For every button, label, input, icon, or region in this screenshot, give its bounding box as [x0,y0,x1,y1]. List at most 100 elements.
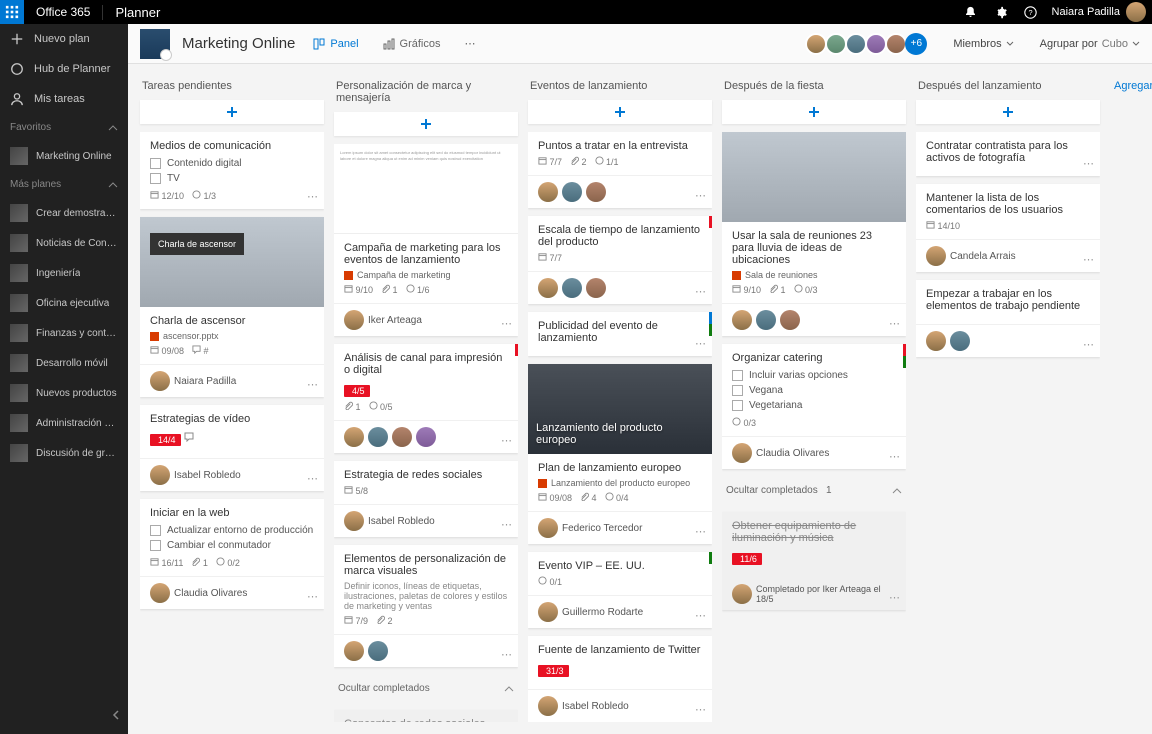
task-card[interactable]: Estrategia de redes sociales 5/8Isabel R… [334,461,518,537]
new-plan-button[interactable]: Nuevo plan [0,24,128,54]
checkbox-icon[interactable] [732,385,743,396]
settings-icon[interactable] [986,0,1016,24]
card-more-icon[interactable]: ⋯ [307,378,318,391]
task-card[interactable]: Charla de ascensorCharla de ascensorasce… [140,217,324,397]
card-more-icon[interactable]: ⋯ [501,648,512,661]
task-card[interactable]: Empezar a trabajar en los elementos de t… [916,280,1100,357]
task-card[interactable]: Puntos a tratar en la entrevista 7/7 2 1… [528,132,712,208]
card-more-icon[interactable]: ⋯ [695,609,706,622]
hide-completed-toggle[interactable]: Ocultar completados 1 [722,477,906,504]
plan-item[interactable]: Discusión de grupo [0,438,128,468]
plan-item[interactable]: Oficina ejecutiva [0,288,128,318]
task-card[interactable]: Organizar cateringIncluir varias opcione… [722,344,906,469]
bucket-title[interactable]: Personalización de marca y mensajería [334,76,518,112]
checklist-item[interactable]: Vegetariana [732,398,896,413]
checklist-item[interactable]: TV [150,171,314,186]
task-card[interactable]: Elementos de personalización de marca vi… [334,545,518,667]
plan-item[interactable]: Noticias de Contoso [0,228,128,258]
task-card[interactable]: Iniciar en la webActualizar entorno de p… [140,499,324,609]
plan-thumb-icon [10,444,28,462]
hide-completed-toggle[interactable]: Ocultar completados [334,675,518,702]
notifications-icon[interactable] [956,0,986,24]
bucket-title[interactable]: Tareas pendientes [140,76,324,100]
checkbox-icon[interactable] [150,540,161,551]
plan-item[interactable]: Desarrollo móvil [0,348,128,378]
favorite-plan[interactable]: Marketing Online [0,141,128,171]
task-card[interactable]: Conceptos de redes sociales20/12/2016Com… [334,710,518,722]
task-card[interactable]: Usar la sala de reuniones 23 para lluvia… [722,132,906,336]
bucket-title[interactable]: Después de la fiesta [722,76,906,100]
member-facepile[interactable]: +6 [809,33,927,55]
task-card[interactable]: Fuente de lanzamiento de Twitter31/3Isab… [528,636,712,722]
task-card[interactable]: Escala de tiempo de lanzamiento del prod… [528,216,712,304]
category-stripe [709,312,712,336]
card-more-icon[interactable]: ⋯ [695,189,706,202]
card-more-icon[interactable]: ⋯ [1083,338,1094,351]
card-more-icon[interactable]: ⋯ [501,434,512,447]
add-task-button[interactable] [916,100,1100,124]
checkbox-icon[interactable] [732,370,743,381]
card-more-icon[interactable]: ⋯ [695,285,706,298]
plan-item[interactable]: Administración de pro... [0,408,128,438]
checklist-item[interactable]: Incluir varias opciones [732,368,896,383]
card-more-icon[interactable]: ⋯ [889,317,900,330]
add-task-button[interactable] [140,100,324,124]
checkbox-icon[interactable] [150,525,161,536]
plan-item[interactable]: Crear demostración [0,198,128,228]
app-launcher[interactable] [0,0,24,24]
user-avatar[interactable] [1126,2,1146,22]
plan-item[interactable]: Finanzas y contabilidad [0,318,128,348]
more-tabs-icon[interactable]: ⋯ [459,33,482,54]
card-more-icon[interactable]: ⋯ [695,703,706,716]
help-icon[interactable]: ? [1016,0,1046,24]
my-tasks-button[interactable]: Mis tareas [0,84,128,114]
tab-charts[interactable]: Gráficos [377,34,447,54]
checklist-item[interactable]: Contenido digital [150,156,314,171]
task-card[interactable]: Obtener equipamiento de iluminación y mú… [722,512,906,610]
assignee-avatar [368,641,388,661]
collapse-sidebar-icon[interactable] [110,709,122,724]
card-title: Contratar contratista para los activos d… [926,140,1090,164]
more-plans-header[interactable]: Más planes [0,171,128,198]
task-card[interactable]: Evento VIP – EE. UU. 0/1Guillermo Rodart… [528,552,712,628]
card-more-icon[interactable]: ⋯ [1083,253,1094,266]
task-card[interactable]: Mantener la lista de los comentarios de … [916,184,1100,272]
add-task-button[interactable] [334,112,518,136]
card-more-icon[interactable]: ⋯ [307,472,318,485]
add-task-button[interactable] [722,100,906,124]
checkbox-icon[interactable] [150,173,161,184]
task-card[interactable]: Publicidad del evento de lanzamiento⋯ [528,312,712,356]
card-more-icon[interactable]: ⋯ [307,190,318,203]
planner-hub-button[interactable]: Hub de Planner [0,54,128,84]
bucket-title[interactable]: Eventos de lanzamiento [528,76,712,100]
task-card[interactable]: Estrategias de vídeo14/4 Isabel Robledo⋯ [140,405,324,491]
add-bucket-button[interactable]: Agregar nue [1110,76,1152,722]
card-more-icon[interactable]: ⋯ [1083,157,1094,170]
plan-item[interactable]: Nuevos productos [0,378,128,408]
checklist-item[interactable]: Cambiar el conmutador [150,538,314,553]
add-task-button[interactable] [528,100,712,124]
favorites-header[interactable]: Favoritos [0,114,128,141]
card-more-icon[interactable]: ⋯ [695,337,706,350]
card-more-icon[interactable]: ⋯ [889,591,900,604]
members-dropdown[interactable]: Miembros [953,38,1013,50]
task-card[interactable]: Lorem ipsum dolor sit amet consectetur a… [334,144,518,336]
card-more-icon[interactable]: ⋯ [501,518,512,531]
task-card[interactable]: Lanzamiento del producto europeoPlan de … [528,364,712,544]
checklist-item[interactable]: Vegana [732,383,896,398]
card-more-icon[interactable]: ⋯ [307,590,318,603]
checkbox-icon[interactable] [150,158,161,169]
group-by-dropdown[interactable]: Agrupar por Cubo [1040,38,1140,50]
card-more-icon[interactable]: ⋯ [889,450,900,463]
task-card[interactable]: Contratar contratista para los activos d… [916,132,1100,176]
card-more-icon[interactable]: ⋯ [501,317,512,330]
bucket-title[interactable]: Después del lanzamiento [916,76,1100,100]
card-assignees [916,324,1100,357]
card-more-icon[interactable]: ⋯ [695,525,706,538]
checkbox-icon[interactable] [732,400,743,411]
plan-item[interactable]: Ingeniería [0,258,128,288]
checklist-item[interactable]: Actualizar entorno de producción [150,523,314,538]
task-card[interactable]: Medios de comunicaciónContenido digitalT… [140,132,324,209]
tab-panel[interactable]: Panel [307,34,364,54]
task-card[interactable]: Análisis de canal para impresión o digit… [334,344,518,453]
